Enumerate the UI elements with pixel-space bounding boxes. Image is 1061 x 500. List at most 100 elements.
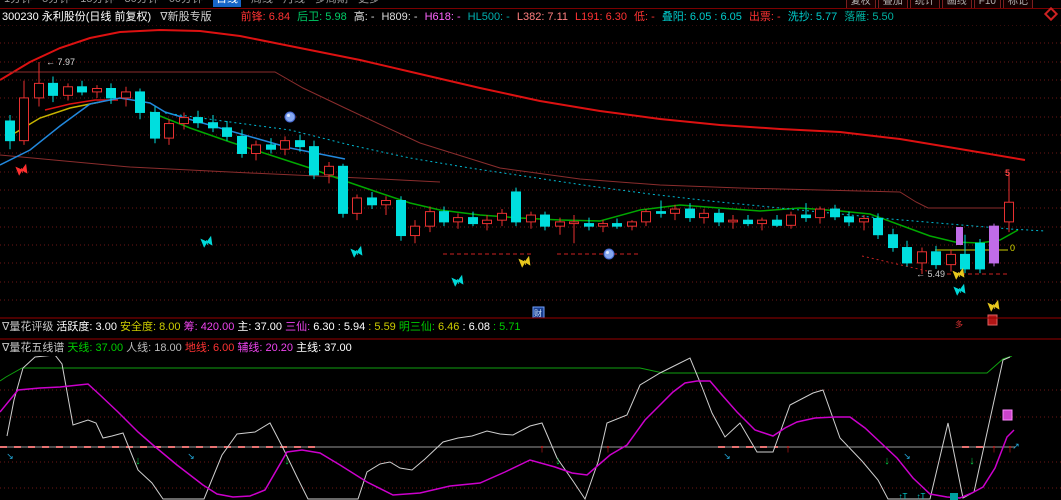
field: ∇量花五线谱 bbox=[2, 342, 67, 354]
field: HL500: - bbox=[468, 11, 510, 23]
field: 安全度: 8.00 bbox=[120, 321, 184, 333]
chart-annotation: ↑ bbox=[605, 443, 611, 455]
main-line-white bbox=[7, 356, 1010, 499]
chart-annotation: ↑ bbox=[785, 443, 791, 455]
chart-annotation: ↗ bbox=[1012, 441, 1020, 451]
trading-app: 1分钟 5分钟 15分钟 30分钟 60分钟 日线 周线 月线 多周期 更多 复权叠加统计画线F1… bbox=[0, 0, 1061, 500]
field: ∇量花评级 bbox=[2, 321, 56, 333]
butterfly-marker bbox=[351, 247, 363, 257]
chart-annotation: ↑ bbox=[539, 443, 545, 455]
field: L191: 6.30 bbox=[575, 11, 627, 23]
indicator-row-rating[interactable]: ∇量花评级 活跃度: 3.00 安全度: 8.00 筹: 420.00 主: 3… bbox=[2, 320, 1061, 335]
sphere-highlight bbox=[606, 251, 609, 254]
bottom-chart-canvas[interactable]: ↑↑↑↑↑↓↓↓↓↓↘↘↘↘↗↑T↑T bbox=[0, 356, 1061, 500]
chart-annotation: ↓ bbox=[884, 455, 890, 467]
butterfly-marker bbox=[953, 269, 965, 279]
chart-annotation: ↑ bbox=[991, 443, 997, 455]
violet-bar bbox=[956, 227, 963, 245]
chart-annotation: ↑T bbox=[899, 492, 908, 500]
field: H809: - bbox=[381, 11, 417, 23]
period-item-周线[interactable]: 周线 bbox=[251, 0, 273, 7]
period-item-更多[interactable]: 更多 bbox=[358, 0, 380, 7]
quote-fields: 前锋: 6.84 后卫: 5.98 高: - H809: - H618: - HL500:… bbox=[241, 11, 901, 23]
indicator-row-wuxianpu[interactable]: ∇量花五线谱 天线: 37.00 人线: 18.00 地线: 6.00 辅线: … bbox=[2, 341, 1061, 356]
period-item-30分钟[interactable]: 30分钟 bbox=[125, 0, 159, 7]
chart-annotation: 财 bbox=[534, 308, 542, 318]
butterfly-marker bbox=[452, 276, 464, 286]
indicator-template-badge[interactable]: ∇新股专版 bbox=[160, 11, 211, 23]
field: 后卫: 5.98 bbox=[297, 11, 347, 23]
field: L382: 7.11 bbox=[517, 11, 568, 23]
butterfly-marker bbox=[519, 257, 531, 267]
chart-annotation: ← 5.49 bbox=[916, 269, 945, 279]
chart-annotation: 5 bbox=[1005, 168, 1010, 178]
toolbar-button-画线[interactable]: 画线 bbox=[942, 0, 972, 9]
field: 人线: 18.00 bbox=[126, 342, 185, 354]
main-chart-canvas[interactable]: ← 7.97← 5.4950财多 bbox=[0, 25, 1061, 340]
dark-red-level bbox=[0, 72, 1013, 208]
field: 辅线: 20.20 bbox=[237, 342, 296, 354]
sphere-highlight bbox=[287, 114, 290, 117]
chart-annotation: 0 bbox=[1010, 243, 1015, 253]
field: 叠阳: 6.05 : 6.05 bbox=[662, 11, 742, 23]
toolbar-button-复权[interactable]: 复权 bbox=[846, 0, 876, 9]
field: 明三仙: bbox=[399, 321, 438, 333]
chart-annotation: ↓ bbox=[284, 455, 290, 467]
field: 主线: 37.00 bbox=[296, 342, 352, 354]
period-item-15分钟[interactable]: 15分钟 bbox=[80, 0, 114, 7]
toolbar-button-标记[interactable]: 标记 bbox=[1003, 0, 1033, 9]
sphere-marker bbox=[285, 112, 295, 122]
ma-long-red bbox=[0, 30, 1025, 160]
toolbar-button-F10[interactable]: F10 bbox=[974, 0, 1001, 9]
period-bar: 1分钟 5分钟 15分钟 30分钟 60分钟 日线 周线 月线 多周期 更多 复权叠加统计画线F1… bbox=[0, 0, 1061, 9]
field: 地线: 6.00 bbox=[185, 342, 238, 354]
aux-line-magenta bbox=[0, 381, 1014, 498]
field: 低: - bbox=[634, 11, 655, 23]
field: H618: - bbox=[425, 11, 461, 23]
field: 洗抄: 5.77 bbox=[788, 11, 838, 23]
toolbar-button-叠加[interactable]: 叠加 bbox=[878, 0, 908, 9]
chart-annotation: ↓ bbox=[555, 455, 561, 467]
toolbar-button-统计[interactable]: 统计 bbox=[910, 0, 940, 9]
field: 筹: 420.00 bbox=[184, 321, 238, 333]
field: : 5.59 bbox=[368, 321, 399, 333]
dark-red-trend bbox=[0, 155, 440, 182]
chart-annotation: ↘ bbox=[6, 451, 14, 461]
chart-annotation: ← 7.97 bbox=[46, 57, 75, 67]
stock-title: 300230 永利股份(日线 前复权) bbox=[2, 11, 151, 23]
period-item-1分钟[interactable]: 1分钟 bbox=[4, 0, 32, 7]
chart-annotation: ↓ bbox=[135, 455, 141, 467]
period-item-多周期[interactable]: 多周期 bbox=[315, 0, 348, 7]
butterfly-marker bbox=[201, 237, 213, 247]
field: 6.30 bbox=[313, 321, 337, 333]
butterfly-marker bbox=[16, 165, 28, 175]
field: : 6.08 bbox=[462, 321, 493, 333]
chart-annotation: ↑T bbox=[917, 492, 926, 500]
butterfly-marker bbox=[988, 301, 1000, 311]
period-item-月线[interactable]: 月线 bbox=[283, 0, 305, 7]
field: : 5.71 bbox=[493, 321, 521, 333]
field: 6.46 bbox=[438, 321, 462, 333]
chart-annotation: ↘ bbox=[723, 451, 731, 461]
period-item-5分钟[interactable]: 5分钟 bbox=[42, 0, 70, 7]
period-item-日线[interactable]: 日线 bbox=[213, 0, 241, 7]
field: 活跃度: 3.00 bbox=[56, 321, 120, 333]
chart-annotation: ↘ bbox=[187, 451, 195, 461]
field: 落雁: 5.50 bbox=[844, 11, 894, 23]
period-items: 1分钟 5分钟 15分钟 30分钟 60分钟 日线 周线 月线 多周期 更多 bbox=[4, 0, 390, 7]
field: 前锋: 6.84 bbox=[241, 11, 291, 23]
magenta-stamp-icon bbox=[1003, 410, 1012, 420]
toolbar-buttons: 复权叠加统计画线F10标记 bbox=[844, 0, 1033, 9]
chart-annotation: ↘ bbox=[903, 451, 911, 461]
field: 高: - bbox=[354, 11, 375, 23]
sky-line-green bbox=[0, 356, 1012, 381]
sphere-marker bbox=[604, 249, 614, 259]
butterfly-marker bbox=[954, 285, 966, 295]
period-item-60分钟[interactable]: 60分钟 bbox=[169, 0, 203, 7]
chart-annotation: ↓ bbox=[969, 455, 975, 467]
field: 主: 37.00 bbox=[237, 321, 285, 333]
field: 出票: - bbox=[749, 11, 781, 23]
teal-box-icon bbox=[950, 493, 958, 500]
field: 三仙: bbox=[285, 321, 313, 333]
field: 天线: 37.00 bbox=[67, 342, 126, 354]
